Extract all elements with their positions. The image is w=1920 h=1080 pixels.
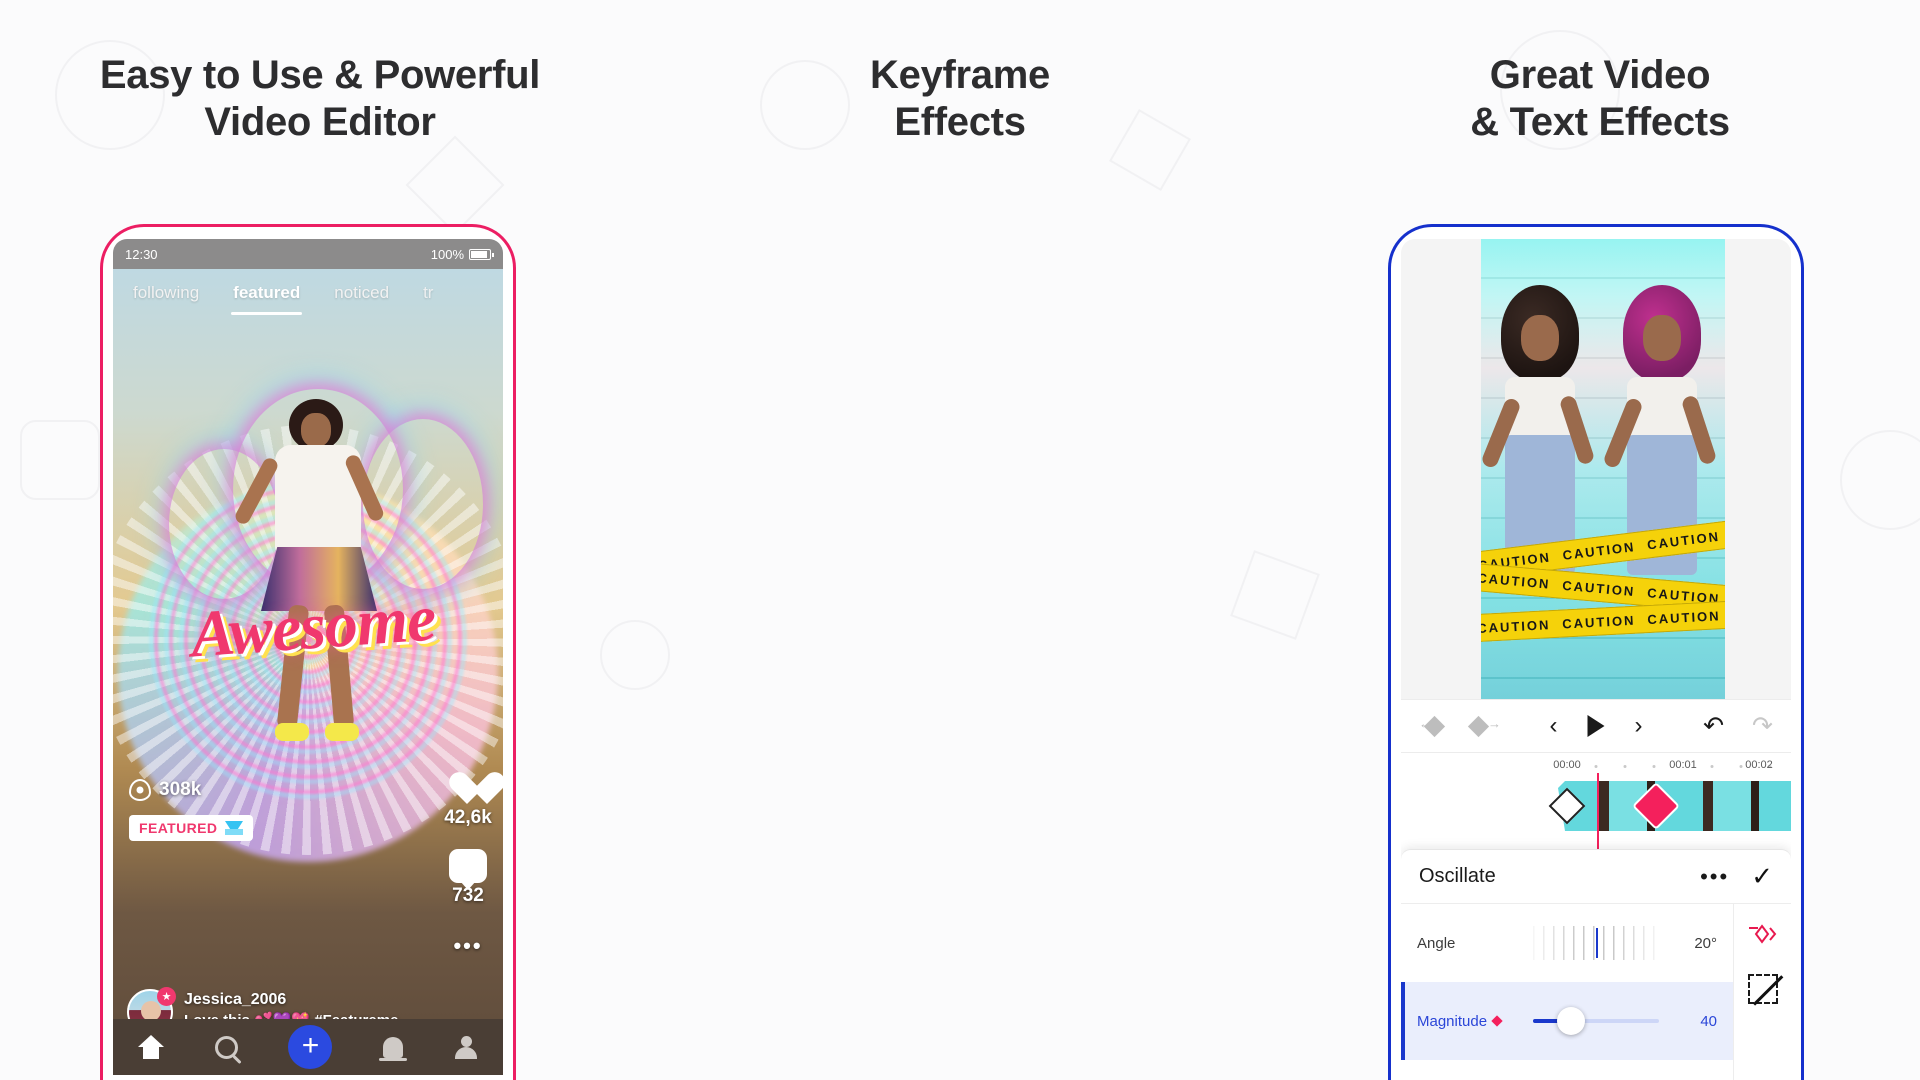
heart-icon[interactable] (448, 769, 488, 805)
status-badge: FEATURED (129, 815, 254, 841)
panel-headline: Easy to Use & Powerful Video Editor (99, 53, 541, 145)
feed-video[interactable]: following featured noticed tr Awesome 30… (113, 269, 503, 1075)
phone-mockup-1: 12:30 100% following featured noticed tr (100, 224, 516, 1080)
featured-label: FEATURED (139, 820, 218, 836)
panel-keyframe-effects: Keyframe Effects CAUTION CAUTION CAUTION… (640, 0, 1804, 1080)
panel-great-video: Great Video & Text Effects 12:30 100% ✕ … (1280, 0, 1920, 1080)
tab-featured[interactable]: featured (231, 283, 303, 315)
view-count: 308k (129, 779, 201, 801)
battery-icon (469, 248, 494, 260)
tab-following[interactable]: following (133, 283, 199, 303)
tab-trending[interactable]: tr (423, 283, 433, 303)
panel-headline: Keyframe Effects (870, 53, 1050, 145)
profile-icon[interactable] (454, 1035, 478, 1059)
bottom-navigation: + (113, 1019, 503, 1075)
home-icon[interactable] (138, 1035, 165, 1059)
promo-page: Easy to Use & Powerful Video Editor 12:3… (0, 0, 1920, 1080)
eye-icon (129, 779, 151, 801)
engagement-rail: 42,6k 732 ••• (441, 769, 495, 959)
panel-headline: Great Video & Text Effects (1470, 53, 1730, 145)
author-name: Jessica_2006 (184, 990, 287, 1008)
view-count-value: 308k (159, 779, 202, 800)
feed-tabs: following featured noticed tr (113, 269, 503, 317)
tab-noticed[interactable]: noticed (334, 283, 389, 303)
phone1-screen: 12:30 100% following featured noticed tr (113, 239, 503, 1080)
status-bar: 12:30 100% (113, 239, 503, 269)
more-options-icon[interactable]: ••• (453, 933, 482, 959)
diamond-icon (225, 821, 244, 835)
comment-icon[interactable] (449, 849, 487, 890)
search-icon[interactable] (214, 1035, 238, 1059)
bell-icon[interactable] (379, 1036, 408, 1061)
verified-star-icon: ★ (157, 986, 176, 1006)
like-count: 42,6k (444, 807, 492, 828)
status-battery-pct: 100% (430, 246, 464, 262)
status-time: 12:30 (125, 246, 158, 262)
create-button[interactable]: + (288, 1025, 333, 1069)
panel-easy-to-use: Easy to Use & Powerful Video Editor 12:3… (0, 0, 640, 1080)
